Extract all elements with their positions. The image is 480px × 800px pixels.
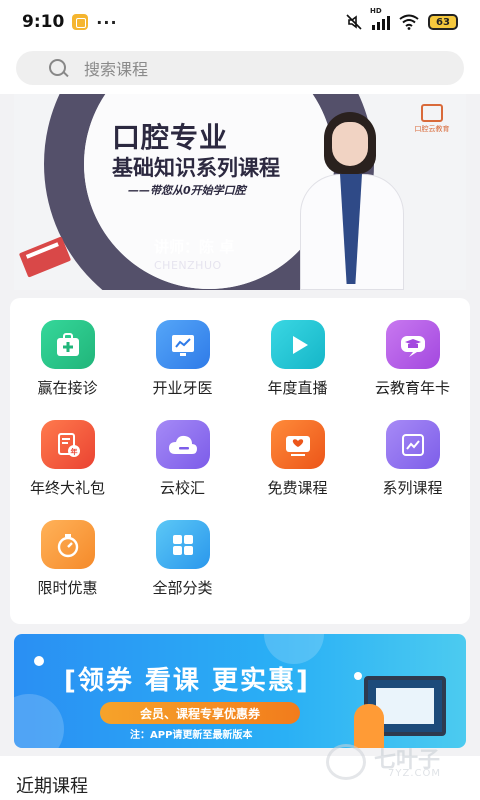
category-label: 年终大礼包 — [29, 479, 105, 497]
search-placeholder: 搜索课程 — [84, 60, 149, 79]
category-item-free-courses[interactable]: 免费课程 — [240, 398, 355, 498]
category-item-cloud-school[interactable]: 云校汇 — [125, 398, 240, 498]
series-chart-icon — [385, 420, 440, 469]
status-bar: 9:10 ··· HD 63 — [0, 0, 480, 44]
wifi-icon — [399, 14, 419, 30]
course-banner[interactable]: 口腔专业 基础知识系列课程 ——带您从0开始学口腔 讲师：陈 卓 CHENZHU… — [14, 94, 466, 290]
category-item-all-categories[interactable]: 全部分类 — [125, 498, 240, 598]
search-icon — [48, 58, 68, 78]
banner-title: 口腔专业 — [112, 121, 229, 154]
banner-teacher-name-en: CHENZHUO — [154, 259, 222, 272]
category-label: 系列课程 — [382, 479, 443, 497]
category-label: 赢在接诊 — [37, 379, 98, 397]
decorative-bubble — [14, 694, 64, 748]
category-item-year-end-gift[interactable]: 年 年终大礼包 — [10, 398, 125, 498]
mute-icon — [346, 14, 362, 30]
promo-coupon-pill: 会员、课程专享优惠券 — [100, 702, 300, 724]
banner-subtitle: 基础知识系列课程 — [112, 156, 280, 180]
category-item-annual-live[interactable]: 年度直播 — [240, 298, 355, 398]
decorative-dot — [354, 672, 362, 680]
network-type-label: HD — [370, 7, 382, 15]
category-label: 云校汇 — [159, 479, 205, 497]
battery-icon: 63 — [428, 14, 458, 30]
category-label: 全部分类 — [152, 579, 213, 597]
site-watermark: 七叶子 7YZ.COM — [326, 742, 476, 782]
category-label: 开业牙医 — [152, 379, 213, 397]
banner-teacher-name: 讲师：陈 卓 — [154, 238, 235, 256]
category-item-open-clinic[interactable]: 开业牙医 — [125, 298, 240, 398]
search-bar: 搜索课程 — [0, 44, 480, 94]
status-indicators: HD 63 — [345, 7, 458, 31]
grid-categories-icon — [155, 520, 210, 569]
brand-logo-text: 口腔云教育 — [414, 125, 450, 133]
brand-logo-icon — [421, 104, 443, 122]
cellular-signal-icon: HD — [370, 7, 390, 30]
svg-text:年: 年 — [70, 447, 77, 456]
watermark-subtext: 7YZ.COM — [388, 768, 441, 779]
category-label: 限时优惠 — [37, 579, 98, 597]
coupon-promo-banner[interactable]: [领券 看课 更实惠] 会员、课程专享优惠券 注：APP请更新至最新版本 — [14, 634, 466, 748]
decorative-dot — [34, 656, 44, 666]
banner-tagline: ——带您从0开始学口腔 — [128, 184, 246, 197]
category-label: 云教育年卡 — [374, 379, 450, 397]
teacher-photo — [296, 112, 416, 290]
category-item-receive-patients[interactable]: 赢在接诊 — [10, 298, 125, 398]
search-input[interactable]: 搜索课程 — [16, 51, 464, 85]
gift-document-icon: 年 — [40, 420, 95, 469]
section-title: 近期课程 — [16, 776, 88, 797]
category-item-annual-card[interactable]: 云教育年卡 — [355, 298, 470, 398]
category-grid: 赢在接诊 开业牙医 年度直播 云教育年卡 年 年终大礼包 云校汇 免费课程 系列… — [10, 298, 470, 624]
more-notifications-icon: ··· — [96, 12, 118, 32]
category-item-series-courses[interactable]: 系列课程 — [355, 398, 470, 498]
category-label: 年度直播 — [267, 379, 328, 397]
medical-kit-icon — [40, 320, 95, 369]
monitor-chart-icon — [155, 320, 210, 369]
cloud-icon — [155, 420, 210, 469]
promo-note: 注：APP请更新至最新版本 — [130, 730, 253, 741]
book-illustration — [18, 236, 72, 278]
notification-app-icon — [72, 14, 89, 30]
graduation-cap-icon — [385, 320, 440, 369]
stopwatch-icon — [40, 520, 95, 569]
status-time: 9:10 — [22, 12, 65, 32]
free-ticket-icon — [270, 420, 325, 469]
play-icon — [270, 320, 325, 369]
watermark-logo-icon — [326, 744, 366, 780]
category-label: 免费课程 — [267, 479, 328, 497]
brand-logo: 口腔云教育 — [414, 104, 450, 134]
promo-headline: [领券 看课 更实惠] — [64, 666, 310, 696]
category-item-limited-offer[interactable]: 限时优惠 — [10, 498, 125, 598]
